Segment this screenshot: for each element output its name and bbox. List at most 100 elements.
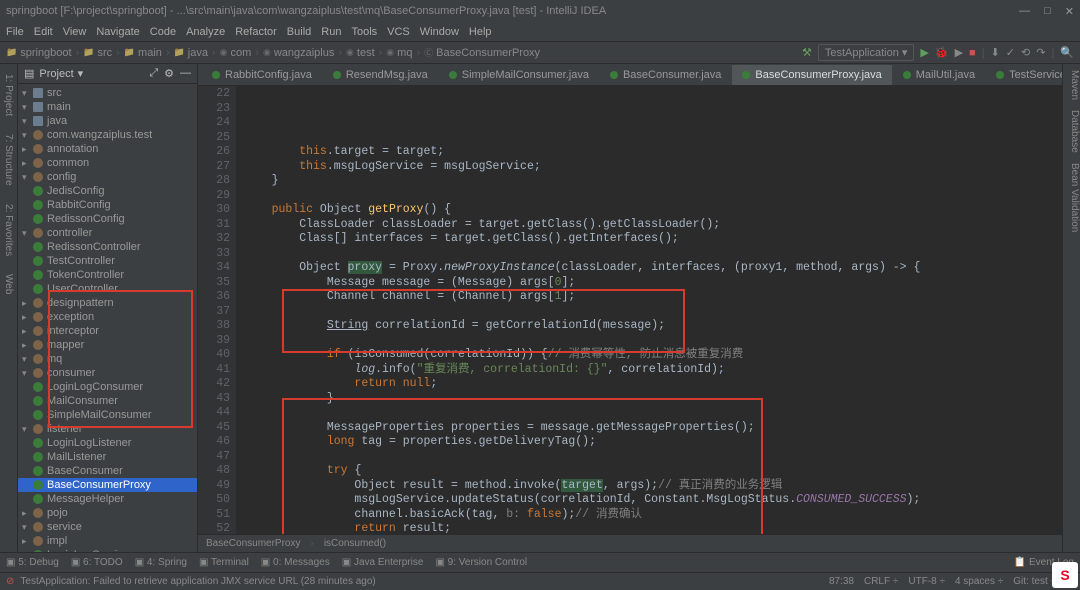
project-tree[interactable]: ▾src▾main▾java▾com.wangzaiplus.test▸anno… — [18, 84, 197, 552]
tree-node[interactable]: ▸interceptor — [18, 324, 197, 338]
menu-refactor[interactable]: Refactor — [235, 26, 277, 38]
menu-analyze[interactable]: Analyze — [186, 26, 225, 38]
code-editor[interactable]: 22 23 24 25 26 27 28 29 30 31 32 33 34 3… — [198, 86, 1062, 534]
menu-view[interactable]: View — [63, 26, 87, 38]
git-commit-icon[interactable]: ✓ — [1006, 46, 1015, 59]
tool-tab[interactable]: 1: Project — [1, 70, 16, 120]
breadcrumb-seg[interactable]: 📁 springboot — [6, 47, 72, 59]
menu-file[interactable]: File — [6, 26, 24, 38]
tree-node[interactable]: ▾src — [18, 86, 197, 100]
tree-node[interactable]: ▾java — [18, 114, 197, 128]
menu-build[interactable]: Build — [287, 26, 311, 38]
editor-breadcrumbs[interactable]: BaseConsumerProxy›isConsumed() — [198, 534, 1062, 552]
tool-tab[interactable]: 7: Structure — [1, 130, 16, 190]
tree-node[interactable]: TokenController — [18, 268, 197, 282]
tree-node[interactable]: BaseConsumerProxy — [18, 478, 197, 492]
tree-node[interactable]: SimpleMailConsumer — [18, 408, 197, 422]
status-icon[interactable]: ⊘ — [6, 576, 14, 587]
tree-node[interactable]: TestController — [18, 254, 197, 268]
search-icon[interactable]: 🔍 — [1060, 46, 1074, 59]
editor-tab[interactable]: BaseConsumerProxy.java — [732, 65, 891, 85]
build-icon[interactable]: ⚒ — [802, 46, 812, 59]
tree-node[interactable]: ▸annotation — [18, 142, 197, 156]
toolwin-tab[interactable]: ▣ 5: Debug — [6, 557, 59, 568]
collapse-icon[interactable]: ⤢ — [149, 67, 158, 80]
tree-node[interactable]: LoginLogConsumer — [18, 380, 197, 394]
tool-tab[interactable]: Bean Validation — [1063, 163, 1080, 232]
tree-node[interactable]: ▸exception — [18, 310, 197, 324]
editor-tab[interactable]: ResendMsg.java — [323, 65, 438, 85]
tree-node[interactable]: BaseConsumer — [18, 464, 197, 478]
code-content[interactable]: this.target = target; this.msgLogService… — [236, 86, 1062, 534]
tree-node[interactable]: ▾listener — [18, 422, 197, 436]
tool-tab[interactable]: Database — [1063, 110, 1080, 153]
tree-node[interactable]: ▾consumer — [18, 366, 197, 380]
menu-vcs[interactable]: VCS — [387, 26, 410, 38]
tree-node[interactable]: ▾main — [18, 100, 197, 114]
menu-navigate[interactable]: Navigate — [96, 26, 139, 38]
breadcrumb-seg[interactable]: ◉ test — [346, 47, 375, 59]
toolwin-tab[interactable]: ▣ 9: Version Control — [435, 557, 527, 568]
menu-window[interactable]: Window — [420, 26, 459, 38]
tree-node[interactable]: ▾mq — [18, 352, 197, 366]
status-item[interactable]: 4 spaces ÷ — [955, 576, 1003, 587]
editor-tab[interactable]: BaseConsumer.java — [600, 65, 731, 85]
tree-node[interactable]: UserController — [18, 282, 197, 296]
breadcrumb-seg[interactable]: 📁 main — [124, 47, 162, 59]
coverage-icon[interactable]: ▶ — [955, 46, 963, 59]
tree-node[interactable]: ▾service — [18, 520, 197, 534]
tree-node[interactable]: LoginLogService — [18, 548, 197, 552]
project-header[interactable]: ▤Project▾ ⤢⚙— — [18, 64, 197, 84]
tool-tab[interactable]: Web — [1, 270, 16, 298]
stop-icon[interactable]: ■ — [969, 47, 976, 59]
breadcrumb-seg[interactable]: 📁 src — [83, 47, 112, 59]
breadcrumb-seg[interactable]: ◉ mq — [386, 47, 412, 59]
tree-node[interactable]: ▸common — [18, 156, 197, 170]
editor-tab[interactable]: MailUtil.java — [893, 65, 985, 85]
tree-node[interactable]: MailConsumer — [18, 394, 197, 408]
tree-node[interactable]: ▸pojo — [18, 506, 197, 520]
tree-node[interactable]: LoginLogListener — [18, 436, 197, 450]
git-revert-icon[interactable]: ↷ — [1036, 46, 1045, 59]
tree-node[interactable]: MessageHelper — [18, 492, 197, 506]
minimize-icon[interactable]: — — [1019, 5, 1030, 18]
tree-node[interactable]: MailListener — [18, 450, 197, 464]
status-item[interactable]: 87:38 — [829, 576, 854, 587]
toolwin-tab[interactable]: ▣ 0: Messages — [261, 557, 330, 568]
status-item[interactable]: UTF-8 ÷ — [908, 576, 945, 587]
menu-tools[interactable]: Tools — [351, 26, 377, 38]
hide-icon[interactable]: — — [180, 67, 191, 80]
menu-run[interactable]: Run — [321, 26, 341, 38]
ime-tray-icon[interactable]: S — [1052, 562, 1078, 588]
breadcrumb-seg[interactable]: Ⓒ BaseConsumerProxy — [424, 46, 540, 59]
code-crumb[interactable]: isConsumed() — [324, 538, 386, 549]
code-crumb[interactable]: BaseConsumerProxy — [206, 538, 300, 549]
editor-tab[interactable]: SimpleMailConsumer.java — [439, 65, 599, 85]
breadcrumb-seg[interactable]: ◉ com — [220, 47, 252, 59]
tree-node[interactable]: ▾controller — [18, 226, 197, 240]
tree-node[interactable]: ▾config — [18, 170, 197, 184]
menu-help[interactable]: Help — [469, 26, 492, 38]
toolwin-tab[interactable]: ▣ 6: TODO — [71, 557, 123, 568]
menu-edit[interactable]: Edit — [34, 26, 53, 38]
maximize-icon[interactable]: □ — [1044, 5, 1051, 18]
run-icon[interactable]: ▶ — [920, 46, 928, 59]
git-history-icon[interactable]: ⟲ — [1021, 46, 1030, 59]
tree-node[interactable]: JedisConfig — [18, 184, 197, 198]
tree-node[interactable]: ▸impl — [18, 534, 197, 548]
breadcrumb-seg[interactable]: ◉ wangzaiplus — [263, 47, 334, 59]
tool-tab[interactable]: 2: Favorites — [1, 200, 16, 260]
tree-node[interactable]: RedissonController — [18, 240, 197, 254]
tree-node[interactable]: ▾com.wangzaiplus.test — [18, 128, 197, 142]
settings-icon[interactable]: ⚙ — [164, 67, 174, 80]
status-item[interactable]: CRLF ÷ — [864, 576, 898, 587]
debug-icon[interactable]: 🐞 — [935, 46, 949, 59]
status-item[interactable]: Git: test ÷ — [1013, 576, 1056, 587]
toolwin-tab[interactable]: ▣ Java Enterprise — [342, 557, 424, 568]
git-pull-icon[interactable]: ⬇ — [991, 46, 1000, 59]
editor-tab[interactable]: RabbitConfig.java — [202, 65, 322, 85]
toolwin-tab[interactable]: ▣ 4: Spring — [135, 557, 187, 568]
tree-node[interactable]: ▸mapper — [18, 338, 197, 352]
tree-node[interactable]: RedissonConfig — [18, 212, 197, 226]
run-config-select[interactable]: TestApplication ▾ — [818, 44, 915, 61]
